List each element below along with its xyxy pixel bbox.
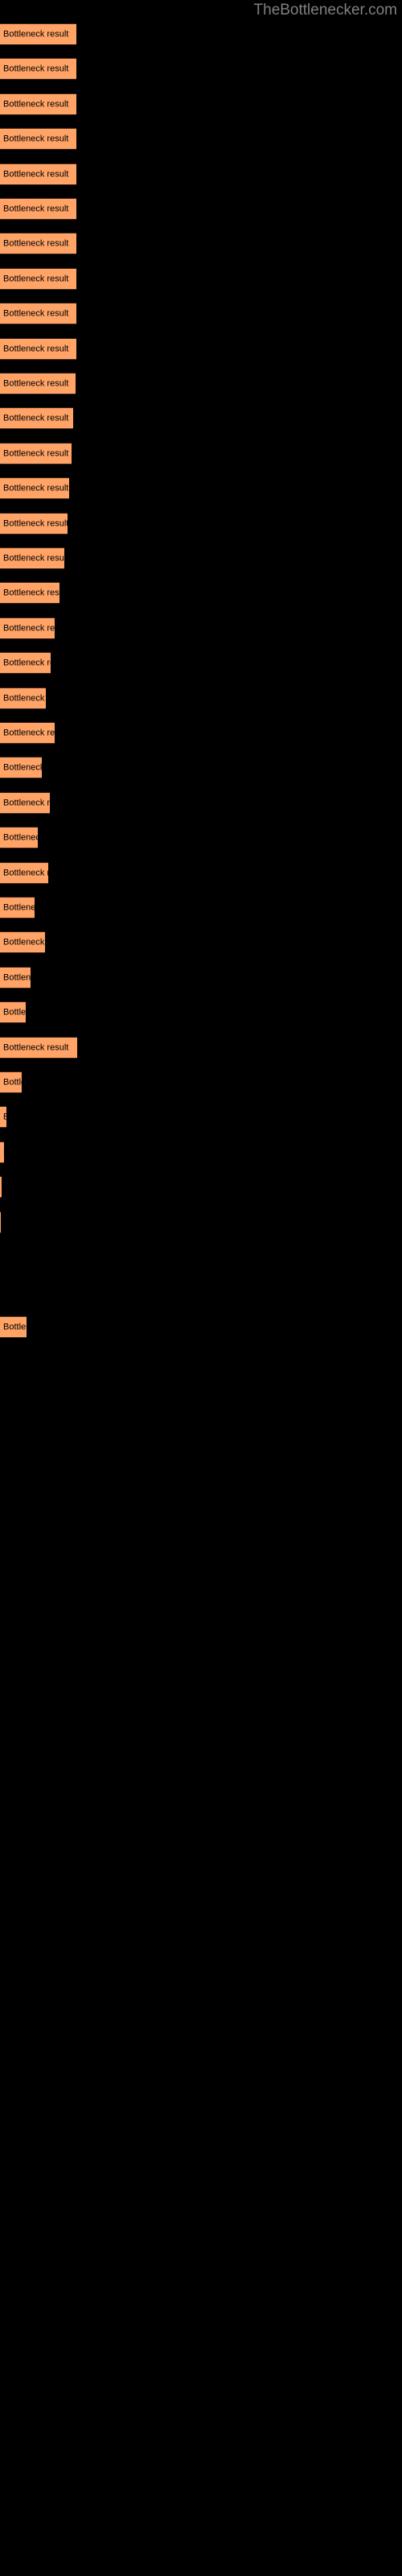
bar-label: Bottleneck result	[3, 134, 69, 143]
bar-label: Bottleneck result	[3, 798, 50, 807]
bar[interactable]: Bottleneck result	[0, 967, 31, 989]
bar[interactable]: Bottleneck result	[0, 827, 38, 848]
bar-label: Bottleneck result	[3, 1077, 22, 1087]
bar-label: Bottleneck result	[3, 937, 45, 947]
bar-label: Bottleneck result	[3, 204, 69, 213]
bar[interactable]: Bottleneck result	[0, 897, 35, 919]
bar[interactable]: Bottleneck result	[0, 1037, 77, 1059]
bar[interactable]: Bottleneck result	[0, 233, 76, 254]
bar-label: Bottleneck result	[3, 448, 69, 458]
bar[interactable]: Bottleneck result	[0, 617, 55, 639]
bar[interactable]: Bottleneck result	[0, 338, 76, 360]
bar-label: Bottleneck result	[3, 413, 69, 423]
bar-label: Bottleneck result	[3, 1112, 6, 1122]
bar-label: Bottleneck result	[3, 728, 55, 737]
bar[interactable]: Bottleneck result	[0, 93, 76, 115]
bar[interactable]: Bottleneck result	[0, 931, 45, 953]
bar-label: Bottleneck result	[3, 868, 48, 877]
bar-label: Bottleneck result	[3, 99, 69, 109]
bar-label: Bottleneck result	[3, 972, 31, 982]
bar[interactable]: Bottleneck result	[0, 722, 55, 744]
bar[interactable]: Bottleneck result	[0, 23, 76, 45]
bar[interactable]: Bottleneck result	[0, 128, 76, 150]
bar[interactable]: Bottleneck result	[0, 407, 73, 429]
bar[interactable]: Bottleneck result	[0, 268, 76, 290]
bar[interactable]: Bottleneck result	[0, 652, 51, 674]
bar[interactable]: Bottleneck result	[0, 1316, 27, 1338]
bar[interactable]: Bottleneck result	[0, 513, 68, 535]
bar[interactable]: Bottleneck result	[0, 757, 42, 778]
bar[interactable]: Bottleneck result	[0, 862, 48, 884]
bar[interactable]: Bottleneck result	[0, 303, 76, 324]
bar-label: Bottleneck result	[3, 588, 59, 597]
bar[interactable]: Bottleneck result	[0, 582, 59, 604]
bar[interactable]: Bottleneck result	[0, 792, 50, 814]
bar[interactable]: Bottleneck result	[0, 687, 46, 709]
bar-label: Bottleneck result	[3, 1042, 69, 1052]
bar[interactable]: Bottleneck result	[0, 58, 76, 80]
bar-label: Bottleneck result	[3, 378, 69, 388]
bar[interactable]: Bottleneck result	[0, 1212, 1, 1233]
bar-label: Bottleneck result	[3, 483, 69, 493]
bar[interactable]: Bottleneck result	[0, 163, 76, 185]
bar-label: Bottleneck result	[3, 832, 38, 842]
bar-label: Bottleneck result	[3, 238, 69, 248]
bar[interactable]: Bottleneck result	[0, 198, 76, 220]
bar[interactable]: Bottleneck result	[0, 477, 69, 499]
bar-label: Bottleneck result	[3, 658, 51, 667]
bar[interactable]: Bottleneck result	[0, 1071, 22, 1093]
bar-label: Bottleneck result	[3, 169, 69, 179]
bar-label: Bottleneck result	[3, 518, 68, 528]
bar-label: Bottleneck result	[3, 693, 46, 703]
bar[interactable]: Bottleneck result	[0, 1001, 26, 1023]
bar-label: Bottleneck result	[3, 344, 69, 353]
bar-label: Bottleneck result	[3, 1007, 26, 1017]
bar[interactable]: Bottleneck result	[0, 547, 64, 569]
bar-label: Bottleneck result	[3, 64, 69, 73]
bar-label: Bottleneck result	[3, 308, 69, 318]
bar-label: Bottleneck result	[3, 902, 35, 912]
bar-label: Bottleneck result	[3, 762, 42, 772]
bottleneck-bar-chart: Bottleneck result Bottleneck result Bottle…	[0, 0, 402, 2576]
bar-label: Bottleneck result	[3, 274, 69, 283]
bar[interactable]: Bottleneck result	[0, 373, 76, 394]
bar[interactable]: Bottleneck result	[0, 1176, 2, 1198]
bar[interactable]: Bottleneck result	[0, 1106, 6, 1128]
bar[interactable]: Bottleneck result	[0, 1141, 4, 1163]
bar-label: Bottleneck result	[3, 553, 64, 563]
bar-label: Bottleneck result	[3, 29, 69, 39]
bar[interactable]: Bottleneck result	[0, 443, 72, 464]
bar-label: Bottleneck result	[3, 623, 55, 633]
bar-label: Bottleneck result	[3, 1147, 4, 1158]
bar-label: Bottleneck result	[3, 1322, 27, 1331]
